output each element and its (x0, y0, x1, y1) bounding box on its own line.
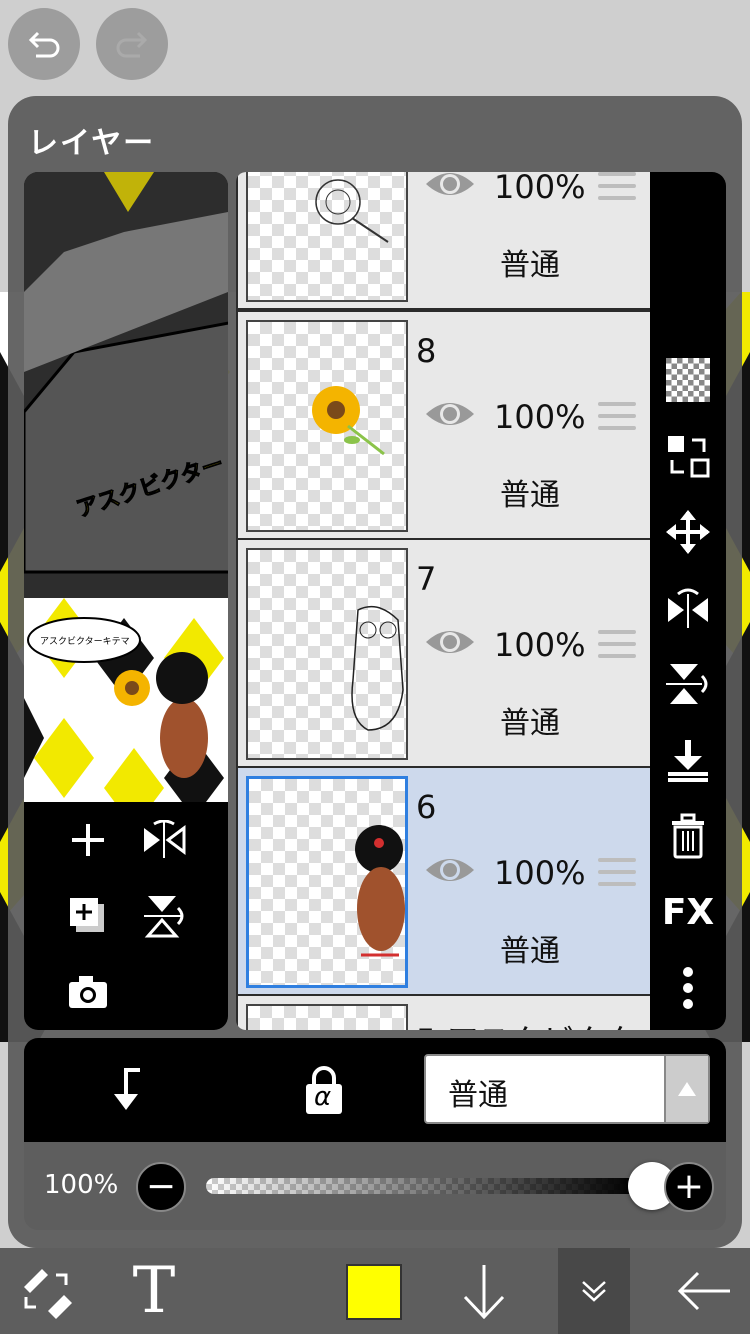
blend-bar: α 普通 (24, 1038, 726, 1142)
drag-handle-icon[interactable] (598, 858, 636, 894)
layer-blend-mode: 普通 (500, 248, 560, 283)
visibility-eye-icon[interactable] (424, 398, 476, 434)
layer-blend-mode: 普通 (500, 478, 560, 513)
right-toolbar: FX (650, 172, 726, 1030)
visibility-eye-icon[interactable] (424, 854, 476, 890)
arrow-down-icon[interactable] (456, 1248, 512, 1334)
layer-thumbnail (246, 320, 408, 532)
drag-handle-icon[interactable] (598, 402, 636, 438)
preview-artwork: アスクビクター (24, 172, 228, 574)
alpha-glyph: α (314, 1082, 332, 1112)
alpha-lock-icon[interactable]: α (302, 1064, 346, 1116)
layer-row[interactable]: 100% 普通 (238, 172, 650, 308)
trash-icon[interactable] (662, 810, 714, 862)
color-swatch[interactable] (346, 1264, 402, 1320)
transparency-icon[interactable] (662, 354, 714, 406)
blend-mode-select[interactable]: 普通 (424, 1054, 710, 1124)
redo-button[interactable] (96, 8, 168, 80)
layer-row[interactable]: 8 100% 普通 (238, 312, 650, 538)
layer-number: 8 (416, 332, 437, 370)
layer-panel: レイヤー アスクビクター アスクビクターキテマ 100% 普通 8 100% 普… (8, 96, 742, 1248)
layer-blend-mode: 普通 (500, 706, 560, 741)
camera-icon[interactable] (62, 966, 114, 1018)
layer-opacity: 100% (494, 398, 586, 436)
layer-thumbnail (246, 1004, 408, 1030)
thumb-bubble-text: アスクビクターキテマ (40, 636, 130, 647)
pen-eraser-toggle-icon[interactable] (14, 1248, 78, 1334)
chevron-up-icon (664, 1056, 708, 1122)
layer-row[interactable]: 7 100% 普通 (238, 540, 650, 766)
bottom-toolbar: T (0, 1248, 750, 1334)
layer-opacity: 100% (494, 172, 586, 206)
add-layer-icon[interactable] (62, 814, 114, 866)
back-arrow-icon[interactable] (672, 1248, 736, 1334)
layer-thumbnail (246, 776, 408, 988)
flip-horizontal-icon[interactable] (138, 814, 190, 866)
swap-layer-icon[interactable] (662, 430, 714, 482)
layer-thumbnail (246, 548, 408, 760)
opacity-slider-track[interactable] (206, 1178, 636, 1194)
opacity-bar: 100% − + (24, 1142, 726, 1230)
visibility-eye-icon[interactable] (424, 172, 476, 204)
layer-list[interactable]: 100% 普通 8 100% 普通 7 100% 普通 6 100% 普通 (236, 172, 652, 1030)
redo-icon (116, 31, 148, 58)
opacity-decrease-button[interactable]: − (136, 1162, 186, 1212)
text-tool-icon[interactable]: T (124, 1248, 184, 1334)
preview-column: アスクビクター アスクビクターキテマ (24, 172, 228, 1030)
flip-horizontal-icon[interactable] (662, 582, 714, 634)
layer-number: 6 (416, 788, 437, 826)
collapse-panel-icon[interactable] (558, 1248, 630, 1334)
merge-down-icon[interactable] (662, 734, 714, 786)
undo-icon (28, 31, 60, 58)
layer-number: 5 アスクビクタ (416, 1016, 637, 1030)
layer-row[interactable]: 5 アスクビクタ (238, 996, 650, 1030)
drag-handle-icon[interactable] (598, 172, 636, 208)
flip-vertical-icon[interactable] (138, 890, 190, 942)
layer-number: 7 (416, 560, 437, 598)
blend-mode-value: 普通 (448, 1078, 508, 1113)
panel-title: レイヤー (28, 126, 156, 161)
layer-opacity: 100% (494, 854, 586, 892)
undo-button[interactable] (8, 8, 80, 80)
canvas-thumbnail[interactable]: アスクビクターキテマ (24, 598, 228, 802)
add-sublayer-icon[interactable] (62, 890, 114, 942)
flip-vertical-icon[interactable] (662, 658, 714, 710)
visibility-eye-icon[interactable] (424, 626, 476, 662)
opacity-label: 100% (44, 1170, 119, 1200)
move-icon[interactable] (662, 506, 714, 558)
layer-blend-mode: 普通 (500, 934, 560, 969)
layer-thumbnail (246, 172, 408, 302)
clipping-icon[interactable] (106, 1066, 146, 1116)
canvas-preview-large: アスクビクター (24, 172, 228, 598)
layer-row-selected[interactable]: 6 100% 普通 (238, 768, 650, 994)
layer-opacity: 100% (494, 626, 586, 664)
thumbnail-artwork: アスクビクターキテマ (24, 598, 228, 802)
fx-icon[interactable]: FX (662, 886, 714, 938)
more-icon[interactable] (662, 962, 714, 1014)
drag-handle-icon[interactable] (598, 630, 636, 666)
opacity-increase-button[interactable]: + (664, 1162, 714, 1212)
